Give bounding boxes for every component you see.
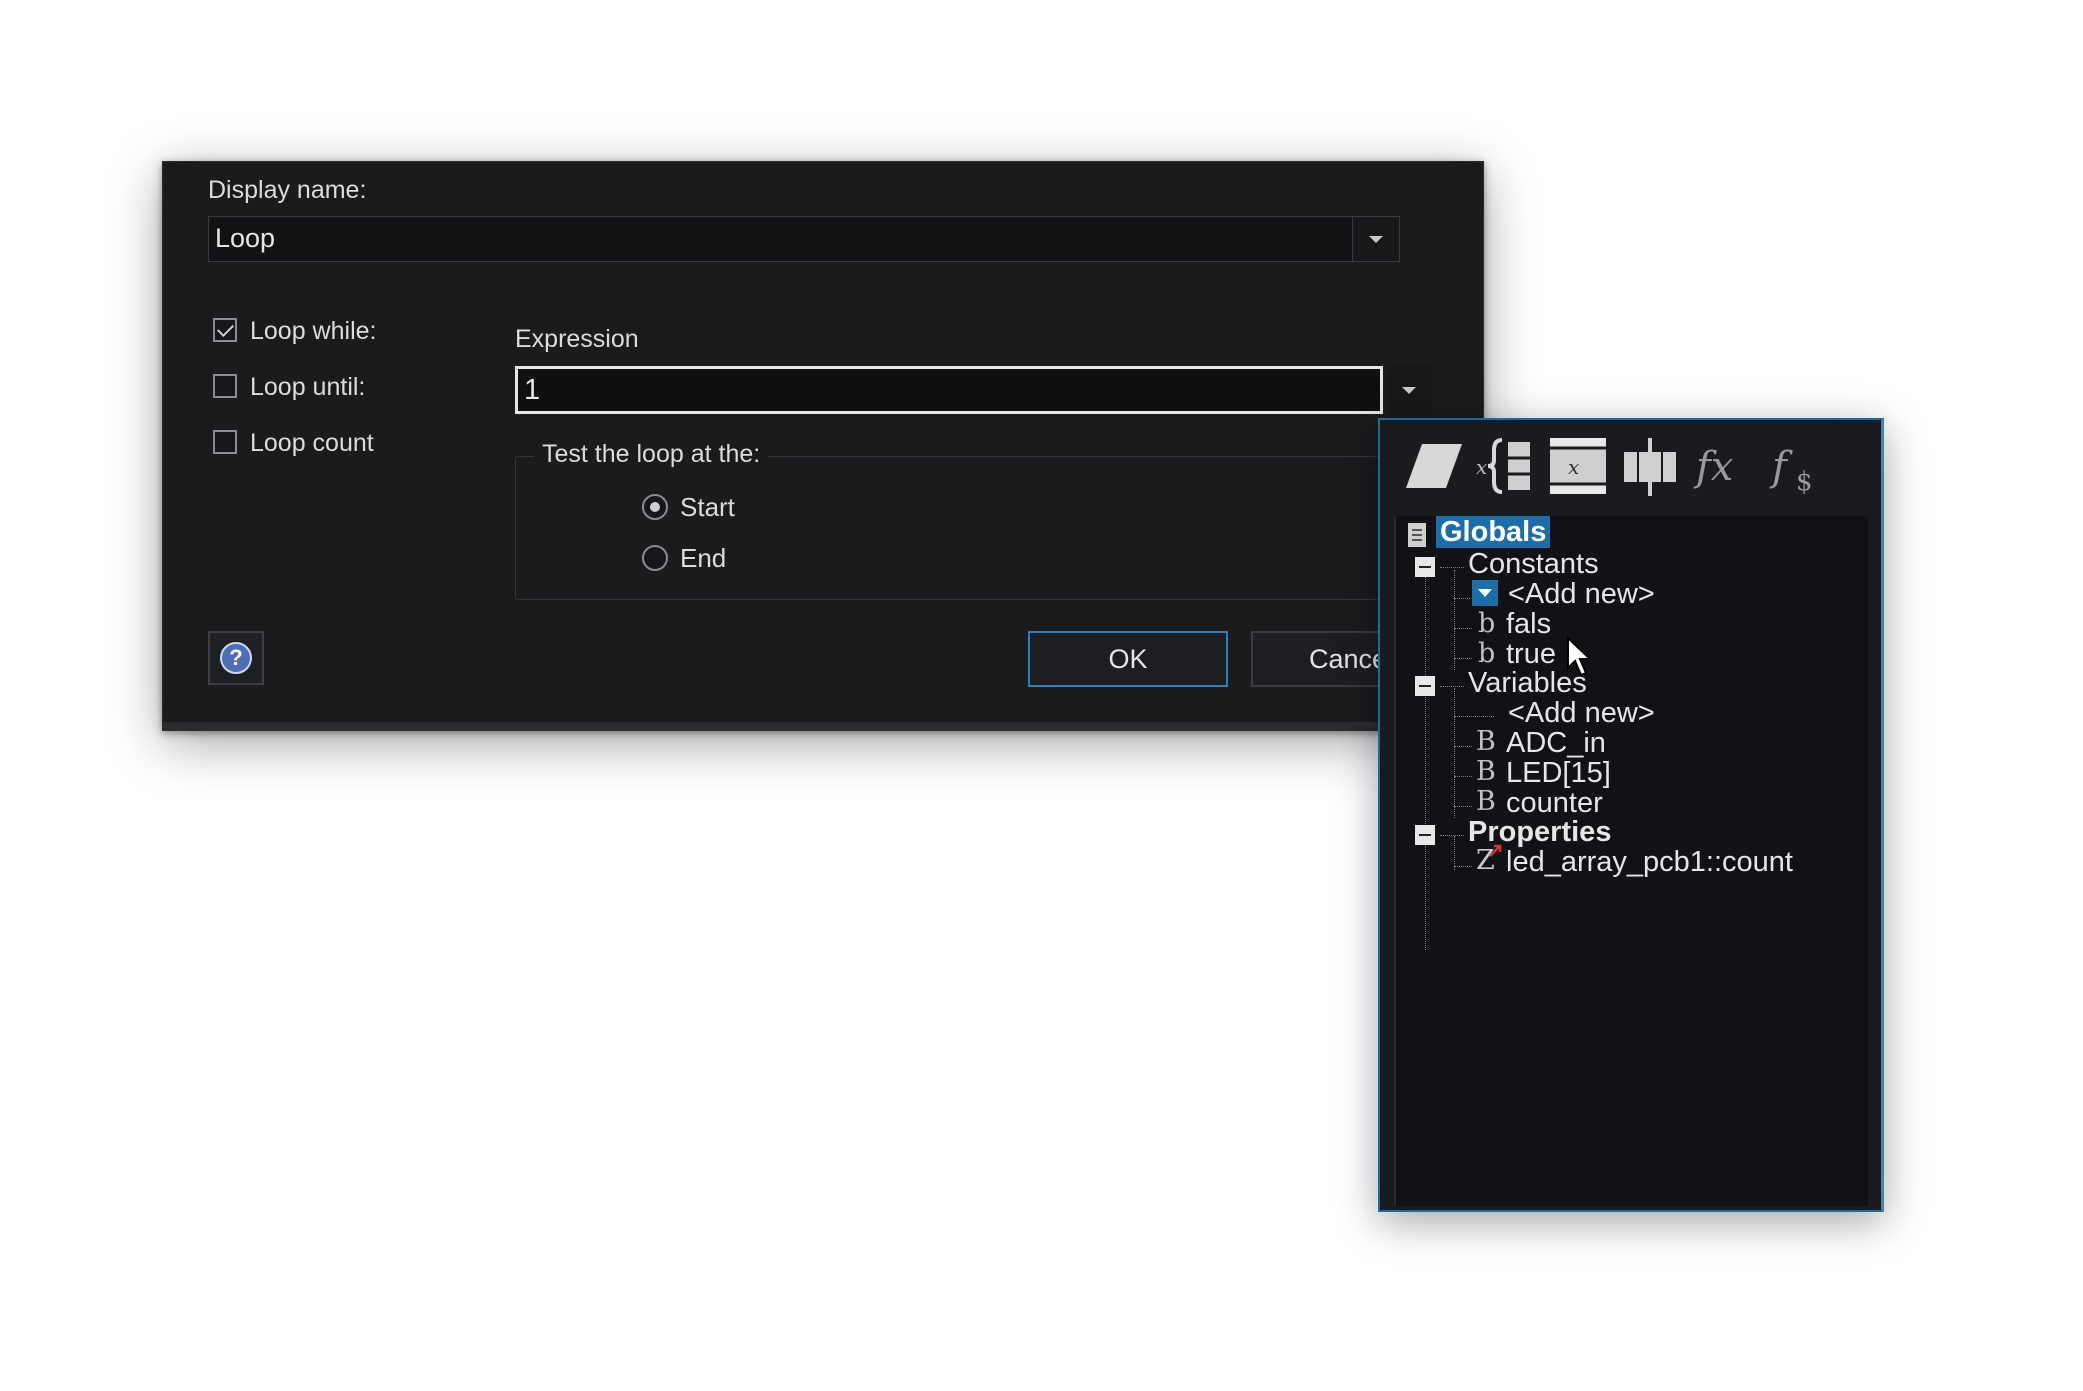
svg-text:$: $: [1796, 467, 1813, 497]
byte-type-icon: B: [1476, 786, 1496, 817]
tree-guide-line: [1440, 835, 1464, 836]
start-radio[interactable]: [642, 494, 668, 520]
display-name-dropdown-button[interactable]: [1352, 217, 1399, 261]
expression-value[interactable]: 1: [524, 374, 540, 407]
constants-add-new[interactable]: <Add new>: [1508, 578, 1655, 611]
array-x-icon[interactable]: x: [1546, 434, 1610, 498]
tree-guide-line: [1440, 567, 1464, 568]
svg-text:x: x: [1476, 455, 1487, 479]
loop-while-checkbox[interactable]: [213, 318, 237, 342]
display-name-value[interactable]: Loop: [215, 223, 275, 254]
add-new-dropdown-icon[interactable]: [1472, 580, 1498, 606]
property-item[interactable]: led_array_pcb1::count: [1506, 846, 1793, 879]
tree-guide-line: [1454, 598, 1470, 599]
fs-icon[interactable]: f $: [1764, 434, 1828, 498]
byte-type-icon: B: [1476, 726, 1496, 757]
byte-type-icon: B: [1476, 756, 1496, 787]
constants-collapse-icon[interactable]: [1415, 557, 1435, 577]
help-button[interactable]: ?: [208, 631, 264, 685]
svg-text:fx: fx: [1693, 444, 1733, 490]
tree-guide-line: [1454, 746, 1472, 747]
tree-guide-line: [1454, 658, 1472, 659]
globals-toolbar: x x fx f $: [1390, 434, 1870, 498]
bool-type-icon: b: [1478, 608, 1496, 639]
tree-guide-line: [1454, 806, 1472, 807]
loop-count-checkbox[interactable]: [213, 430, 237, 454]
end-radio-label[interactable]: End: [680, 543, 726, 574]
expression-label: Expression: [515, 325, 639, 353]
tree-guide-line: [1454, 866, 1472, 867]
tree-guide-line: [1454, 688, 1455, 818]
dialog-bottom-border: [163, 722, 1483, 730]
tree-guide-line: [1454, 628, 1472, 629]
tree-guide-line: [1454, 570, 1455, 670]
variable-item[interactable]: ADC_in: [1506, 727, 1606, 760]
help-icon: ?: [220, 642, 252, 674]
expression-input[interactable]: 1: [515, 366, 1383, 414]
fx-icon[interactable]: fx: [1690, 434, 1754, 498]
test-loop-group: Test the loop at the: Start End: [515, 440, 1417, 600]
loop-count-label[interactable]: Loop count: [250, 429, 374, 458]
expression-dropdown-button[interactable]: [1387, 366, 1431, 414]
loop-until-checkbox[interactable]: [213, 374, 237, 398]
expression-combo[interactable]: 1: [515, 366, 1431, 414]
cancel-button[interactable]: Cance: [1251, 631, 1391, 687]
ok-button[interactable]: OK: [1028, 631, 1228, 687]
globals-root-icon: [1408, 523, 1426, 547]
tree-guide-line: [1454, 716, 1494, 717]
svg-text:x: x: [1568, 455, 1579, 479]
variable-item[interactable]: LED[15]: [1506, 757, 1611, 790]
chevron-down-icon: [1369, 236, 1383, 243]
tree-guide-line: [1454, 836, 1455, 870]
variables-collapse-icon[interactable]: [1415, 676, 1435, 696]
tree-guide-line: [1425, 564, 1426, 950]
tree-guide-line: [1440, 686, 1464, 687]
start-radio-label[interactable]: Start: [680, 492, 735, 523]
properties-collapse-icon[interactable]: [1415, 825, 1435, 845]
end-radio[interactable]: [642, 545, 668, 571]
display-name-combo[interactable]: Loop: [208, 216, 1400, 262]
display-name-label: Display name:: [208, 176, 367, 204]
mouse-cursor-icon: [1567, 636, 1593, 677]
svg-text:f: f: [1769, 444, 1793, 490]
tree-root-globals[interactable]: Globals: [1436, 516, 1551, 549]
globals-tree[interactable]: Globals Constants <Add new> b fals b tru…: [1394, 516, 1868, 1206]
variable-brace-icon[interactable]: x: [1474, 434, 1538, 498]
globals-root-label[interactable]: Globals: [1436, 516, 1551, 548]
constant-item[interactable]: fals: [1506, 608, 1551, 641]
component-icon[interactable]: [1618, 434, 1682, 498]
parallelogram-icon[interactable]: [1402, 434, 1466, 498]
bool-type-icon: b: [1478, 638, 1496, 669]
property-arrow-icon: [1489, 844, 1502, 857]
tree-guide-line: [1454, 776, 1472, 777]
variables-add-new[interactable]: <Add new>: [1508, 697, 1655, 730]
globals-panel: x x fx f $ Globals Constants <Add new> b…: [1378, 418, 1884, 1212]
loop-while-label[interactable]: Loop while:: [250, 317, 376, 346]
chevron-down-icon: [1402, 387, 1416, 394]
loop-until-label[interactable]: Loop until:: [250, 373, 365, 402]
loop-properties-dialog: Display name: Loop Loop while: Loop unti…: [162, 161, 1484, 731]
tree-node-constants[interactable]: Constants: [1468, 548, 1599, 581]
test-loop-group-title: Test the loop at the:: [534, 440, 769, 469]
